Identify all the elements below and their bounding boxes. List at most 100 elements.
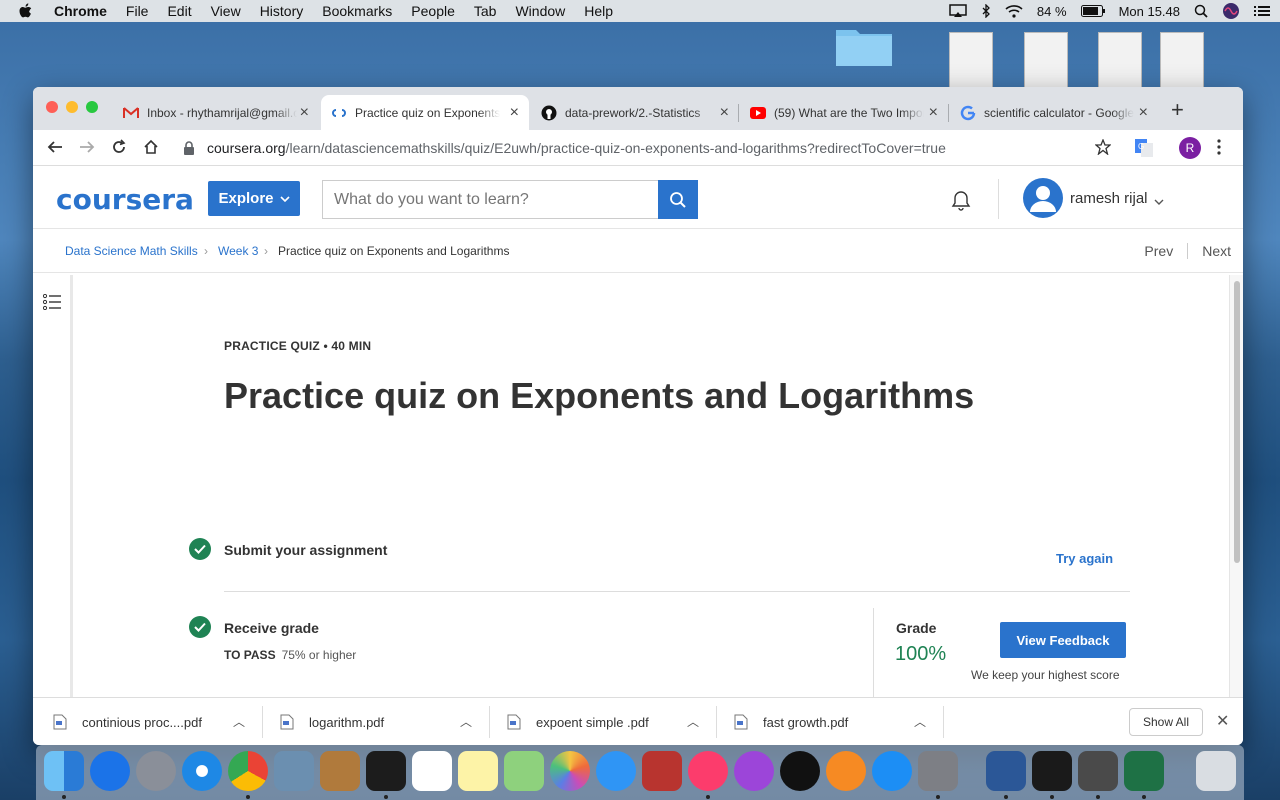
zoom-window-button[interactable]: [86, 101, 98, 113]
safari-icon[interactable]: [182, 751, 222, 791]
coursera-logo[interactable]: coursera: [56, 183, 194, 216]
chevron-up-icon[interactable]: ︿: [914, 713, 926, 730]
bookmark-star-icon[interactable]: [1095, 139, 1111, 155]
breadcrumb-course-link[interactable]: Data Science Math Skills: [65, 244, 198, 258]
tab-gmail[interactable]: Inbox - rhythamrijal@gmail.com ×: [113, 95, 319, 130]
sublime-text-icon[interactable]: [1078, 751, 1118, 791]
menu-history[interactable]: History: [260, 3, 304, 19]
apple-icon[interactable]: [18, 3, 32, 19]
close-window-button[interactable]: [46, 101, 58, 113]
user-menu-chevron-icon[interactable]: [1154, 199, 1164, 205]
notification-bell-icon[interactable]: [948, 187, 974, 213]
back-arrow-icon[interactable]: [47, 139, 63, 155]
menu-edit[interactable]: Edit: [167, 3, 191, 19]
breadcrumb-week-link[interactable]: Week 3: [218, 244, 258, 258]
terminal-2-icon[interactable]: [1032, 751, 1072, 791]
maps-icon[interactable]: [504, 751, 544, 791]
chevron-up-icon[interactable]: ︿: [233, 713, 245, 730]
desktop-file-icon[interactable]: [1160, 32, 1204, 88]
launchpad-icon[interactable]: [136, 751, 176, 791]
close-tab-icon[interactable]: ×: [720, 104, 729, 122]
user-name[interactable]: ramesh rijal: [1070, 190, 1148, 207]
next-link[interactable]: Next: [1202, 243, 1231, 259]
desktop-folder-icon[interactable]: [834, 24, 894, 68]
podcasts-icon[interactable]: [734, 751, 774, 791]
search-input[interactable]: [322, 180, 698, 219]
contacts-icon[interactable]: [320, 751, 360, 791]
forward-arrow-icon[interactable]: [79, 139, 95, 155]
scrollbar-thumb[interactable]: [1234, 281, 1240, 563]
kebab-menu-icon[interactable]: [1217, 139, 1221, 155]
music-icon[interactable]: [688, 751, 728, 791]
view-feedback-button[interactable]: View Feedback: [1000, 622, 1126, 658]
spotlight-search-icon[interactable]: [1194, 4, 1208, 18]
excel-icon[interactable]: [1124, 751, 1164, 791]
prev-link[interactable]: Prev: [1144, 243, 1173, 259]
lock-icon[interactable]: [183, 141, 195, 155]
chevron-up-icon[interactable]: ︿: [460, 713, 472, 730]
menu-tab[interactable]: Tab: [474, 3, 497, 19]
google-translate-icon[interactable]: G: [1135, 139, 1153, 157]
profile-avatar[interactable]: R: [1179, 137, 1201, 159]
photo-booth-icon[interactable]: [642, 751, 682, 791]
new-tab-button[interactable]: +: [1171, 97, 1184, 123]
apple-tv-icon[interactable]: [780, 751, 820, 791]
word-icon[interactable]: [986, 751, 1026, 791]
airplay-icon[interactable]: [949, 4, 967, 18]
bluetooth-icon[interactable]: [981, 4, 991, 18]
system-preferences-icon[interactable]: [918, 751, 958, 791]
books-icon[interactable]: [826, 751, 866, 791]
show-all-downloads-button[interactable]: Show All: [1129, 708, 1203, 736]
address-bar[interactable]: coursera.org/learn/datasciencemathskills…: [183, 136, 946, 160]
tab-google[interactable]: scientific calculator - Google ×: [950, 95, 1158, 130]
close-tab-icon[interactable]: ×: [510, 104, 519, 122]
close-tab-icon[interactable]: ×: [300, 104, 309, 122]
notes-icon[interactable]: [458, 751, 498, 791]
desktop-file-icon[interactable]: [949, 32, 993, 88]
close-tab-icon[interactable]: ×: [929, 104, 938, 122]
wifi-icon[interactable]: [1005, 4, 1023, 18]
menu-bookmarks[interactable]: Bookmarks: [322, 3, 392, 19]
menu-view[interactable]: View: [211, 3, 241, 19]
photos-icon[interactable]: [550, 751, 590, 791]
home-icon[interactable]: [143, 139, 159, 155]
bluetooth-app-icon[interactable]: [90, 751, 130, 791]
tab-youtube[interactable]: (59) What are the Two Important ×: [740, 95, 948, 130]
notification-center-icon[interactable]: [1254, 5, 1270, 17]
trash-icon[interactable]: [1196, 751, 1236, 791]
clock[interactable]: Mon 15.48: [1119, 4, 1180, 19]
close-downloads-bar-icon[interactable]: ✕: [1216, 711, 1229, 731]
menu-window[interactable]: Window: [515, 3, 565, 19]
preview-icon[interactable]: [274, 751, 314, 791]
chevron-up-icon[interactable]: ︿: [687, 713, 699, 730]
download-item[interactable]: fast growth.pdf ︿: [734, 698, 944, 745]
menu-app-name[interactable]: Chrome: [54, 3, 107, 19]
messages-icon[interactable]: [596, 751, 636, 791]
minimize-window-button[interactable]: [66, 101, 78, 113]
app-store-icon[interactable]: [872, 751, 912, 791]
search-button[interactable]: [658, 180, 698, 219]
calendar-icon[interactable]: [412, 751, 452, 791]
close-tab-icon[interactable]: ×: [1139, 104, 1148, 122]
download-item[interactable]: continious proc....pdf ︿: [53, 698, 263, 745]
download-item[interactable]: logarithm.pdf ︿: [280, 698, 490, 745]
tab-coursera-quiz[interactable]: Practice quiz on Exponents and Logarithm…: [321, 95, 529, 130]
download-item[interactable]: expoent simple .pdf ︿: [507, 698, 717, 745]
battery-icon[interactable]: [1080, 5, 1105, 17]
desktop-file-icon[interactable]: [1024, 32, 1068, 88]
terminal-icon[interactable]: [366, 751, 406, 791]
menu-people[interactable]: People: [411, 3, 455, 19]
menu-file[interactable]: File: [126, 3, 149, 19]
table-of-contents-icon[interactable]: [43, 294, 61, 310]
chrome-icon[interactable]: [228, 751, 268, 791]
page-scrollbar[interactable]: [1229, 275, 1243, 697]
menu-help[interactable]: Help: [584, 3, 613, 19]
desktop-file-icon[interactable]: [1098, 32, 1142, 88]
explore-button[interactable]: Explore: [208, 181, 300, 216]
user-avatar[interactable]: [1023, 178, 1063, 218]
try-again-link[interactable]: Try again: [1056, 551, 1113, 566]
tab-github[interactable]: data-prework/2.-Statistics ×: [531, 95, 739, 130]
reload-icon[interactable]: [111, 139, 127, 155]
siri-icon[interactable]: [1222, 2, 1240, 20]
finder-icon[interactable]: [44, 751, 84, 791]
